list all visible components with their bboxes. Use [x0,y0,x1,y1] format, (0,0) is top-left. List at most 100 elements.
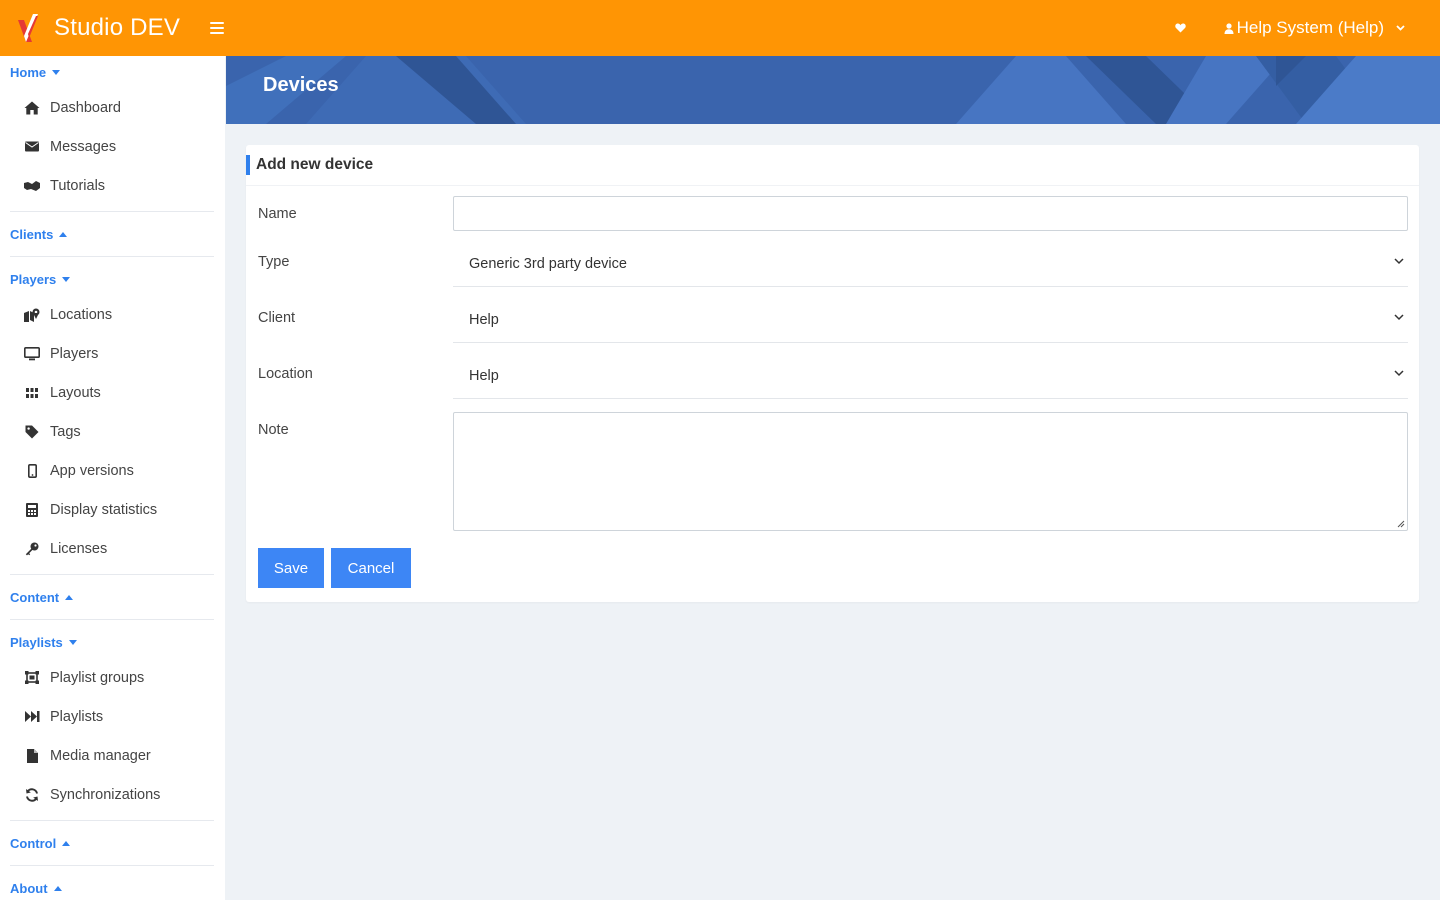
favorites-heart-icon[interactable] [1174,21,1188,35]
calculator-icon [24,502,40,518]
sidebar-section-players[interactable]: Players [0,263,225,295]
tag-icon [24,424,40,440]
envelope-icon [24,139,40,155]
chevron-down-icon [1394,258,1404,265]
sidebar-item-label: Media manager [50,747,151,764]
section-label: Clients [10,226,54,242]
type-select-value: Generic 3rd party device [469,255,627,272]
header-background-pattern [226,56,1440,124]
fast-forward-icon [24,709,40,725]
top-bar: Studio DEV Help System (Help) [0,0,1440,56]
sidebar-item-label: Layouts [50,384,101,401]
location-label: Location [258,366,313,382]
sidebar-section-clients[interactable]: Clients [0,218,225,250]
page-title: Devices [263,74,339,96]
client-select[interactable]: Help [453,297,1408,343]
name-input[interactable] [453,196,1408,231]
sidebar-item-label: Messages [50,138,117,155]
note-textarea[interactable] [453,412,1408,531]
client-select-value: Help [469,311,499,328]
caret-up-icon [59,231,68,237]
divider [10,619,214,620]
divider [10,256,214,257]
sidebar-item-playlists[interactable]: Playlists [0,697,225,736]
note-label: Note [258,422,289,438]
section-label: Content [10,589,60,605]
card-accent-bar [246,155,250,175]
brand-name[interactable]: Studio DEV [54,14,180,42]
sidebar-item-label: Tags [50,423,81,440]
client-label: Client [258,310,296,326]
map-marker-icon [24,307,40,323]
type-label: Type [258,254,290,270]
divider [10,820,214,821]
sidebar-item-label: Playlist groups [50,669,145,686]
sidebar-item-messages[interactable]: Messages [0,127,225,166]
user-menu[interactable]: Help System (Help) [1224,18,1408,38]
chevron-down-icon [1396,25,1405,31]
sidebar-item-tags[interactable]: Tags [0,412,225,451]
grid-icon [24,385,40,401]
divider [10,865,214,866]
sidebar-item-players[interactable]: Players [0,334,225,373]
sidebar-section-control[interactable]: Control [0,827,225,859]
sidebar-item-label: Players [50,345,99,362]
location-select[interactable]: Help [453,353,1408,399]
type-select[interactable]: Generic 3rd party device [453,241,1408,287]
user-name: Help System (Help) [1236,18,1384,37]
location-select-value: Help [469,367,499,384]
caret-down-icon [62,276,71,282]
card-header: Add new device [246,145,1419,186]
cancel-button[interactable]: Cancel [331,548,411,588]
sidebar-item-label: Display statistics [50,501,158,518]
chevron-down-icon [1394,314,1404,321]
sidebar-item-synchronizations[interactable]: Synchronizations [0,775,225,814]
sidebar-item-layouts[interactable]: Layouts [0,373,225,412]
sidebar-item-label: Locations [50,306,113,323]
sync-icon [24,787,40,803]
page-header: Devices [226,56,1440,124]
home-icon [24,100,40,116]
sidebar-item-label: Synchronizations [50,786,161,803]
caret-up-icon [53,885,62,891]
sidebar-section-home[interactable]: Home [0,56,225,88]
sidebar-item-label: Playlists [50,708,104,725]
sidebar-item-playlist-groups[interactable]: Playlist groups [0,658,225,697]
sidebar-section-about[interactable]: About [0,872,225,900]
resize-handle-icon[interactable] [1397,520,1405,528]
file-icon [24,748,40,764]
monitor-icon [24,346,40,362]
sidebar-item-locations[interactable]: Locations [0,295,225,334]
menu-toggle-icon[interactable] [210,22,225,34]
sidebar-item-dashboard[interactable]: Dashboard [0,88,225,127]
sidebar-item-label: App versions [50,462,134,479]
section-label: Playlists [10,634,63,650]
sidebar-item-display-statistics[interactable]: Display statistics [0,490,225,529]
section-label: Players [10,271,57,287]
sidebar-item-label: Dashboard [50,99,121,116]
save-button[interactable]: Save [258,548,324,588]
card-title: Add new device [256,156,374,173]
sidebar-item-media-manager[interactable]: Media manager [0,736,225,775]
caret-down-icon [52,69,61,75]
object-group-icon [24,670,40,686]
sidebar-item-app-versions[interactable]: App versions [0,451,225,490]
sidebar-item-licenses[interactable]: Licenses [0,529,225,568]
sidebar-item-tutorials[interactable]: Tutorials [0,166,225,205]
add-device-card: Add new device Name Type Generic 3rd par… [246,145,1419,602]
divider [10,211,214,212]
sidebar: Home Dashboard Messages Tutorials Client… [0,56,225,900]
caret-down-icon [68,639,77,645]
divider [10,574,214,575]
sidebar-item-label: Tutorials [50,177,106,194]
caret-up-icon [62,840,71,846]
section-label: About [10,880,48,896]
handshake-icon [24,178,40,194]
app-logo-icon[interactable] [16,12,40,44]
name-label: Name [258,206,297,222]
sidebar-section-playlists[interactable]: Playlists [0,626,225,658]
sidebar-item-label: Licenses [50,540,108,557]
sidebar-section-content[interactable]: Content [0,581,225,613]
user-icon [1224,22,1234,34]
caret-up-icon [65,594,74,600]
